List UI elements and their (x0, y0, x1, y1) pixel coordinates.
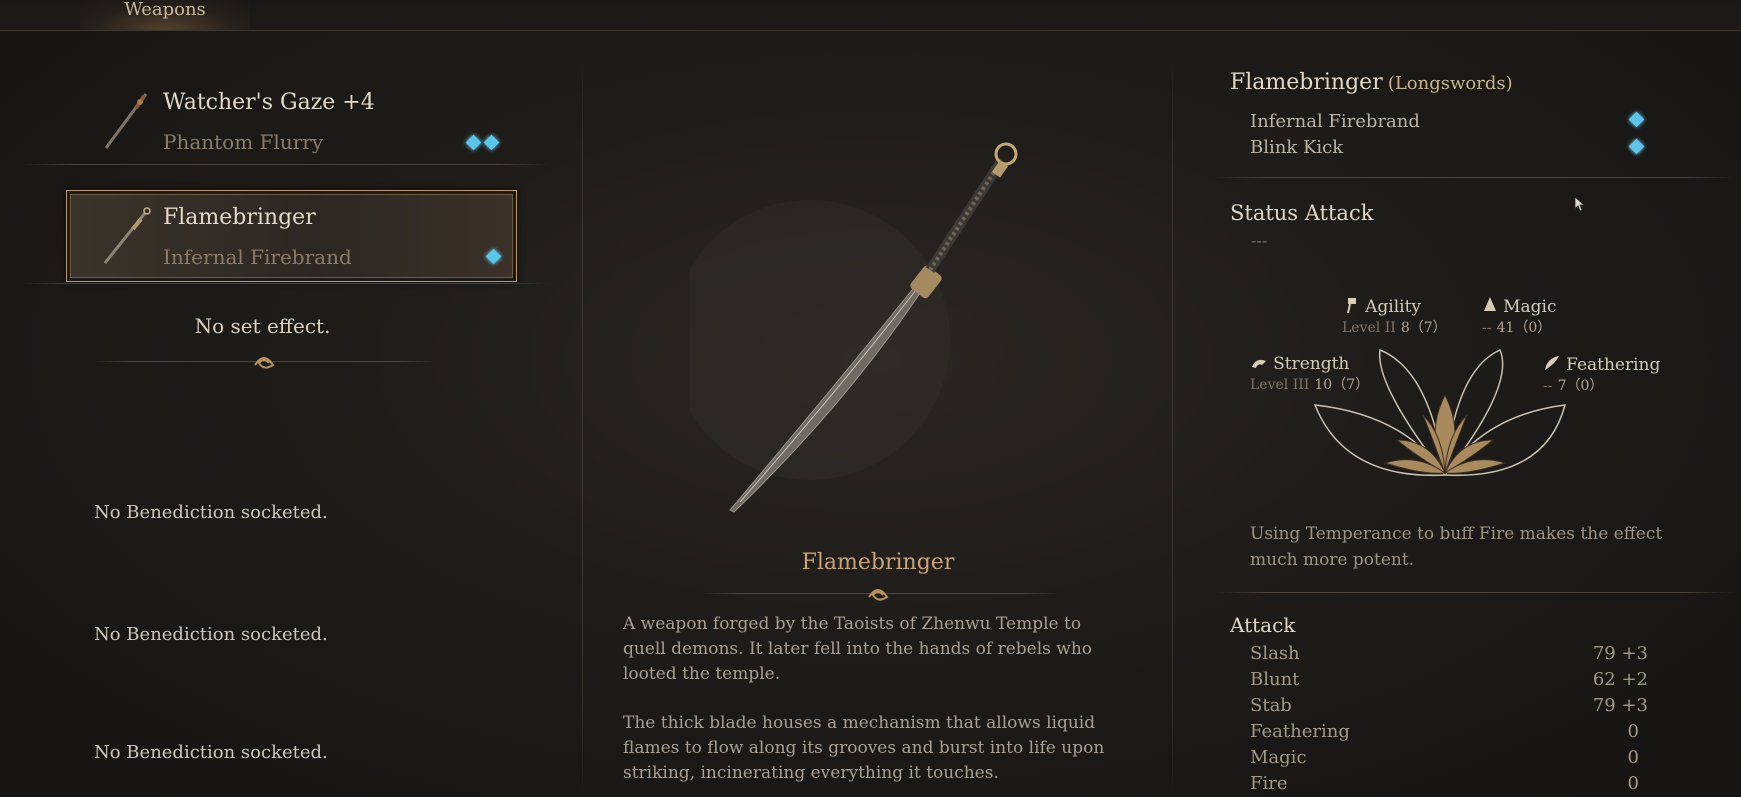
attack-value-feathering: 0 (1627, 721, 1639, 742)
weapon-illustration (690, 142, 1018, 513)
attack-value-blunt: 62 +2 (1592, 669, 1648, 690)
stat-name: Magic (1503, 297, 1557, 317)
tip-text: Using Temperance to buff Fire makes the … (1250, 524, 1663, 570)
stat-agility: Agility Level II 8（7） (1342, 296, 1447, 337)
swirl-ornament-icon (254, 357, 275, 369)
item-description-1: A weapon forged by the Taoists of Zhenwu… (623, 614, 1093, 684)
weapon-list-item-flamebringer[interactable]: Flamebringer Infernal Firebrand (66, 190, 517, 282)
benediction-slot-1[interactable]: No Benediction socketed. (94, 502, 328, 523)
swirl-ornament-icon (868, 589, 889, 601)
weapon-list-item-watchers-gaze[interactable]: Watcher's Gaze +4 Phantom Flurry (66, 80, 515, 166)
attack-label-stab: Stab (1250, 695, 1292, 716)
attack-value-fire: 0 (1627, 773, 1639, 794)
stat-value: 8（7） (1400, 320, 1447, 336)
weapon-thumbnail-icon (103, 207, 151, 264)
column-divider-right (1172, 60, 1173, 797)
weapon-skill: Phantom Flurry (163, 130, 324, 154)
gem-icon (1628, 138, 1645, 155)
stat-level: Level III (1250, 377, 1310, 393)
attack-value-slash: 79 +3 (1592, 643, 1648, 664)
top-tab-bar (0, 0, 1741, 31)
stat-level: -- (1482, 320, 1492, 336)
attack-label-fire: Fire (1250, 773, 1288, 794)
attack-label-magic: Magic (1250, 747, 1307, 768)
section-divider (1215, 177, 1735, 178)
mouse-cursor-icon (1574, 196, 1586, 212)
gem-icon (465, 134, 482, 151)
status-attack-value: --- (1251, 231, 1268, 250)
weapon-name: Flamebringer (163, 205, 316, 230)
gem-icon (483, 134, 500, 151)
stat-name: Agility (1365, 297, 1421, 317)
set-effect-text: No set effect. (194, 314, 331, 338)
benediction-slot-3[interactable]: No Benediction socketed. (94, 742, 328, 763)
column-divider-left (582, 60, 583, 797)
magic-icon (1484, 297, 1496, 311)
gem-icon (485, 248, 502, 265)
attack-label-feathering: Feathering (1250, 721, 1350, 742)
skill-row-1: Infernal Firebrand (1250, 111, 1420, 132)
details-header: Flamebringer (Longswords) (1230, 70, 1513, 95)
skill-row-2: Blink Kick (1250, 137, 1344, 158)
benediction-slot-2[interactable]: No Benediction socketed. (94, 624, 328, 645)
attack-label-slash: Slash (1250, 643, 1300, 664)
attack-value-magic: 0 (1627, 747, 1639, 768)
attack-title: Attack (1230, 613, 1296, 637)
list-divider (20, 164, 550, 165)
status-attack-title: Status Attack (1230, 201, 1374, 225)
attack-value-stab: 79 +3 (1592, 695, 1648, 716)
item-description-2: The thick blade houses a mechanism that … (623, 713, 1105, 783)
attack-label-blunt: Blunt (1250, 669, 1300, 690)
stat-magic: Magic -- 41（0） (1482, 296, 1556, 337)
weapon-name: Watcher's Gaze +4 (163, 90, 375, 115)
lotus-stat-diagram (1313, 348, 1567, 477)
section-divider (1215, 592, 1735, 593)
item-title: Flamebringer (801, 550, 955, 575)
stat-level: Level II (1342, 320, 1396, 336)
list-divider (20, 283, 550, 284)
strength-icon (1252, 359, 1266, 368)
tab-weapons[interactable]: Weapons (80, 0, 250, 30)
weapon-thumbnail-icon (104, 93, 148, 149)
weapon-skill: Infernal Firebrand (163, 245, 352, 269)
agility-icon (1347, 298, 1356, 313)
stat-value: 41（0） (1496, 320, 1552, 336)
gem-icon (1628, 111, 1645, 128)
details-weapon-type: (Longswords) (1387, 73, 1513, 94)
details-weapon-name: Flamebringer (1230, 70, 1383, 95)
